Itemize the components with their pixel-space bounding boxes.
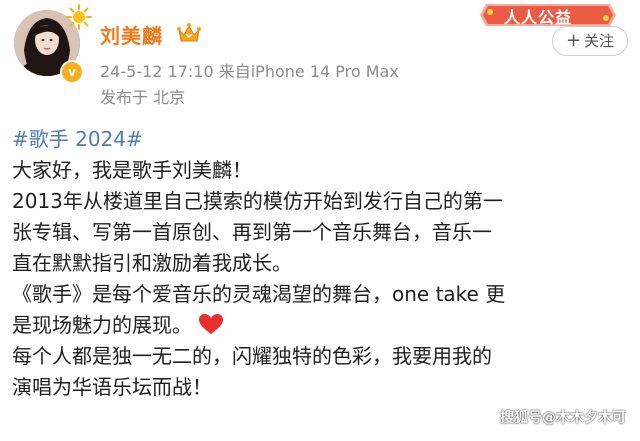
post-line: 每个人都是独一无二的，闪耀独特的色彩，我要用我的 bbox=[12, 344, 492, 368]
follow-label: 关注 bbox=[584, 32, 615, 50]
post-line: 2013年从楼道里自己摸索的模仿开始到发行自己的第一 bbox=[12, 189, 503, 213]
plus-icon: + bbox=[565, 30, 582, 51]
post-line: 直在默默指引和激励着我成长。 bbox=[12, 251, 292, 275]
post-line: 是现场魅力的展现。 bbox=[12, 313, 192, 337]
post-line: 大家好，我是歌手刘美麟！ bbox=[12, 158, 252, 182]
watermark: 搜狐号@木木夕木可 bbox=[500, 410, 626, 426]
post-line: 演唱为华语乐坛而战！ bbox=[12, 375, 212, 399]
post-line: 《歌手》是每个爱音乐的灵魂渴望的舞台，one take 更 bbox=[12, 282, 506, 306]
fan-badge-label: 人人公益 bbox=[504, 8, 573, 27]
post-location: 发布于 北京 bbox=[100, 88, 186, 107]
avatar-wrapper[interactable]: v bbox=[12, 4, 92, 84]
fan-badge: 人人公益 bbox=[478, 2, 618, 28]
hashtag-link[interactable]: #歌手 2024# bbox=[12, 124, 636, 155]
post-meta: 24-5-12 17:10 来自iPhone 14 Pro Max bbox=[100, 58, 399, 82]
heart-icon bbox=[199, 314, 223, 334]
post-body: #歌手 2024# 大家好，我是歌手刘美麟！ 2013年从楼道里自己摸索的模仿开… bbox=[12, 124, 636, 403]
sun-icon bbox=[66, 4, 92, 30]
post-timestamp: 24-5-12 17:10 bbox=[100, 62, 214, 81]
crown-icon bbox=[177, 23, 201, 42]
verified-badge-icon: v bbox=[60, 60, 84, 84]
post-source: 来自iPhone 14 Pro Max bbox=[218, 62, 399, 81]
follow-button[interactable]: + 关注 bbox=[552, 26, 628, 56]
username[interactable]: 刘美麟 bbox=[100, 20, 163, 49]
post-line: 张专辑、写第一首原创、再到第一个音乐舞台，音乐一 bbox=[12, 220, 492, 244]
post-line-with-heart: 是现场魅力的展现。 bbox=[12, 310, 636, 341]
weibo-post: v 刘美麟 24-5-12 17:10 来自iPhone 14 Pro Max … bbox=[0, 0, 640, 441]
